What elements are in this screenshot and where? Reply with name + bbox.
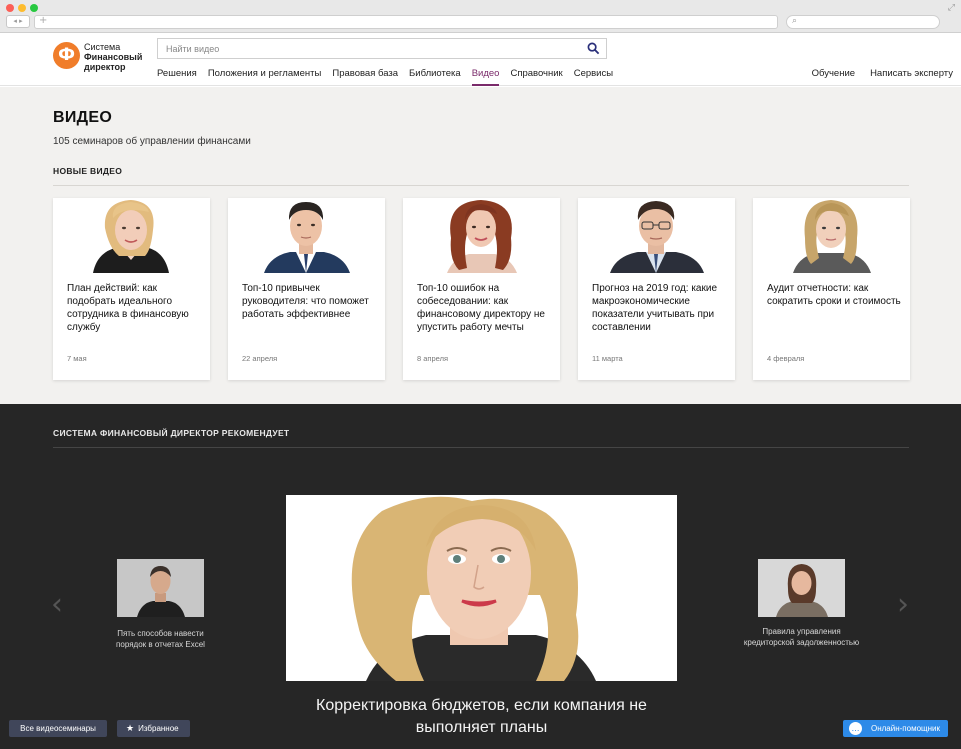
favorites-label: Избранное [138, 724, 179, 733]
online-assistant-button[interactable]: … Онлайн-помощник [843, 720, 948, 737]
video-title[interactable]: Топ-10 ошибок на собеседовании: как фина… [417, 282, 552, 334]
video-title[interactable]: Топ-10 привычек руководителя: что поможе… [242, 282, 377, 321]
star-icon: ★ [126, 724, 135, 734]
nav-item-regulations[interactable]: Положения и регламенты [208, 68, 322, 84]
new-videos-heading: НОВЫЕ ВИДЕО [53, 166, 123, 176]
video-date: 4 февраля [767, 354, 805, 363]
video-card[interactable]: Топ-10 ошибок на собеседовании: как фина… [403, 198, 560, 380]
video-search [157, 38, 607, 59]
featured-video-title[interactable]: Корректировка бюджетов, если компания не… [286, 695, 677, 739]
recommended-video-title-right[interactable]: Правила управления кредиторской задолжен… [743, 626, 860, 648]
divider [53, 185, 909, 186]
logo-line-3: директор [84, 62, 126, 72]
close-window-button[interactable] [6, 4, 14, 12]
page-title: ВИДЕО [53, 109, 113, 126]
speaker-photo[interactable] [228, 198, 385, 273]
online-assistant-label: Онлайн-помощник [871, 724, 941, 733]
video-date: 7 мая [67, 354, 87, 363]
search-icon: ⌕ [792, 16, 798, 26]
speaker-photo[interactable] [403, 198, 560, 273]
nav-item-reference[interactable]: Справочник [510, 68, 562, 84]
video-card[interactable]: Аудит отчетности: как сократить сроки и … [753, 198, 910, 380]
speaker-photo[interactable] [753, 198, 910, 273]
video-date: 22 апреля [242, 354, 278, 363]
expand-icon[interactable]: ⤢ [948, 3, 955, 13]
recommended-video-thumbnail-right[interactable] [758, 559, 845, 617]
nav-item-legal[interactable]: Правовая база [332, 68, 398, 84]
featured-video[interactable] [286, 495, 677, 681]
minimize-window-button[interactable] [18, 4, 26, 12]
nav-item-services[interactable]: Сервисы [574, 68, 613, 84]
video-cards: План действий: как подобрать идеального … [53, 198, 910, 380]
new-videos-section: ВИДЕО 105 семинаров об управлении финанс… [0, 87, 961, 404]
recommendations-section: СИСТЕМА ФИНАНСОВЫЙ ДИРЕКТОР РЕКОМЕНДУЕТ … [0, 404, 961, 749]
video-card[interactable]: Прогноз на 2019 год: какие макроэкономич… [578, 198, 735, 380]
new-tab-icon[interactable]: + [39, 15, 47, 26]
recommended-video-thumbnail-left[interactable] [117, 559, 204, 617]
page-subtitle: 105 семинаров об управлении финансами [53, 136, 251, 147]
nav-item-education[interactable]: Обучение [812, 68, 855, 84]
browser-chrome: ◂ ▸ + ⌕ ⤢ [0, 0, 961, 33]
speaker-photo[interactable] [53, 198, 210, 273]
back-forward-buttons[interactable]: ◂ ▸ [6, 15, 30, 28]
main-nav: Решения Положения и регламенты Правовая … [157, 68, 624, 86]
zoom-window-button[interactable] [30, 4, 38, 12]
logo-text[interactable]: Система Финансовый директор [84, 42, 142, 72]
chevron-left-icon[interactable]: ‹ [51, 590, 63, 620]
search-input[interactable] [158, 39, 578, 59]
nav-item-ask-expert[interactable]: Написать эксперту [870, 68, 953, 84]
all-seminars-button[interactable]: Все видеосеминары [9, 720, 107, 737]
recommended-video-title-left[interactable]: Пять способов навести порядок в отчетах … [103, 628, 218, 650]
speaker-photo[interactable] [578, 198, 735, 273]
nav-item-solutions[interactable]: Решения [157, 68, 197, 84]
logo-line-1: Система [84, 42, 121, 52]
recommendations-heading: СИСТЕМА ФИНАНСОВЫЙ ДИРЕКТОР РЕКОМЕНДУЕТ [53, 428, 290, 438]
video-date: 11 марта [592, 354, 623, 363]
nav-item-library[interactable]: Библиотека [409, 68, 461, 84]
logo-line-2: Финансовый [84, 52, 143, 62]
video-title[interactable]: Прогноз на 2019 год: какие макроэкономич… [592, 282, 727, 334]
secondary-nav: Обучение Написать эксперту [797, 68, 953, 84]
nav-item-video[interactable]: Видео [471, 68, 499, 86]
video-title[interactable]: План действий: как подобрать идеального … [67, 282, 202, 334]
video-title[interactable]: Аудит отчетности: как сократить сроки и … [767, 282, 902, 308]
address-bar[interactable]: + [34, 15, 778, 29]
search-icon[interactable] [587, 42, 600, 55]
video-card[interactable]: План действий: как подобрать идеального … [53, 198, 210, 380]
favorites-button[interactable]: ★ Избранное [117, 720, 190, 737]
video-card[interactable]: Топ-10 привычек руководителя: что поможе… [228, 198, 385, 380]
site-header: Ф Система Финансовый директор Решения По… [0, 33, 961, 86]
chat-bubble-icon: … [849, 722, 862, 735]
divider [53, 447, 909, 448]
browser-search-field[interactable]: ⌕ [786, 15, 940, 29]
logo-icon[interactable]: Ф [53, 42, 80, 69]
video-date: 8 апреля [417, 354, 449, 363]
chevron-right-icon[interactable]: › [897, 590, 909, 620]
